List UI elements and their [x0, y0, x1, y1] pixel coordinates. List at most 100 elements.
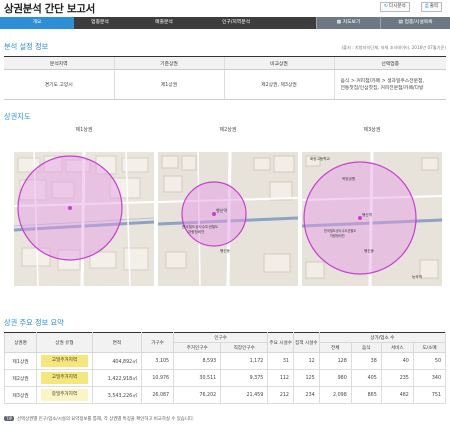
row-name: 제2상권	[3, 369, 38, 387]
tip-note: TIP 선택상권별 인구/업소/시설의 요약정보를 통해, 각 상권별 특징을 확…	[4, 416, 194, 422]
row-total: 128	[318, 352, 352, 370]
poi-park: 옥빛공원	[342, 176, 355, 181]
poi-depot-2: 차량정비단	[188, 229, 205, 234]
source-note: (출처 : 지방자치단체, 자체 조사데이터, 2016년 07월기준)	[341, 45, 446, 50]
tab-sales[interactable]: 매출분석	[138, 17, 190, 29]
compare-value: 제2상권, 제3상권	[223, 69, 334, 100]
area-type-badge: 중밀주거지역	[41, 389, 88, 401]
col-facilities: 주요 시설수	[267, 332, 294, 353]
row-total: 2,098	[318, 386, 352, 404]
row-worker: 9,375	[220, 369, 269, 387]
map-graphic	[14, 152, 154, 286]
row-households: 10,976	[140, 369, 175, 387]
maps-title: 상권지도	[4, 112, 31, 121]
summary-table: 상권명 상권 유형 면적 가구수 인구수 주요 시설수 집객 시설수 상가/업소…	[3, 332, 447, 404]
table-row: 경기도 고양시 제1상권 제2상권, 제3상권 음식 > 커피점/카페 > 생과…	[4, 69, 446, 100]
map-label: 제2상권	[219, 127, 237, 133]
row-name: 제3상권	[3, 386, 38, 404]
row-retail: 751	[412, 386, 447, 404]
refresh-icon: ↻	[384, 4, 388, 9]
report-header: 상권분석 간단 보고서 ↻다시분석 ⎙출력	[0, 0, 450, 16]
col-retail: 도/소매	[412, 342, 447, 353]
col-food: 음식	[350, 342, 382, 353]
tab-map-view[interactable]: ▦ 지도보기	[316, 17, 380, 29]
col-stores: 상가/업소 수	[318, 332, 447, 343]
map-image-3[interactable]: 화정고등학교 옥빛공원 행신역 한국철도공사수도권철도 차량정비단 행신동 능곡…	[302, 152, 442, 286]
row-resident: 8,593	[173, 352, 222, 370]
print-icon: ⎙	[425, 4, 429, 9]
row-type: 고밀주거지역	[36, 352, 93, 370]
row-resident: 30,511	[173, 369, 222, 387]
row-worker: 21,459	[220, 386, 269, 404]
poi-dong: 행신동	[220, 248, 231, 253]
row-food: 38	[350, 352, 382, 370]
row-total: 980	[318, 369, 352, 387]
tab-industry[interactable]: 업종분석	[74, 17, 126, 29]
row-facilities: 112	[267, 369, 294, 387]
col-population: 인구수	[173, 332, 269, 343]
map-graphic: 화정고등학교 옥빛공원 행신역 한국철도공사수도권철도 차량정비단 행신동 능곡…	[302, 152, 442, 286]
map-label: 제3상권	[363, 127, 381, 133]
row-facilities: 31	[267, 352, 294, 370]
table-row: 제2상권 고밀주거지역 1,422,918㎡ 10,976 30,511 9,3…	[3, 369, 447, 387]
tip-badge: TIP	[4, 416, 15, 421]
col-gathering: 집객 시설수	[292, 332, 320, 353]
row-area: 3,543,226㎡	[91, 386, 143, 404]
row-households: 3,105	[140, 352, 175, 370]
poi-depot: 한국철도공사수도권철도	[182, 224, 219, 229]
poi-school: 화정고등학교	[310, 156, 331, 161]
map-graphic: 행신역 한국철도공사수도권철도 차량정비단 행신동	[158, 152, 298, 286]
row-retail: 340	[412, 369, 447, 387]
page-title: 상권분석 간단 보고서	[4, 3, 95, 15]
row-food: 865	[350, 386, 382, 404]
print-button[interactable]: ⎙출력	[421, 2, 443, 12]
row-area: 1,422,918㎡	[91, 369, 143, 387]
row-gathering: 234	[292, 386, 320, 404]
row-name: 제1상권	[3, 352, 38, 370]
tab-bar: 개요 업종분석 매출분석 인구/지역분석 ▦ 지도보기 ▤ 업종/시설목록	[0, 17, 450, 29]
map-image-2[interactable]: 행신역 한국철도공사수도권철도 차량정비단 행신동	[158, 152, 298, 286]
col-industry: 선택업종	[333, 56, 446, 70]
row-type: 고밀주거지역	[36, 369, 93, 387]
col-area-type: 상권 유형	[36, 332, 93, 353]
settings-table: 분석지역 기준상권 비교상권 선택업종 경기도 고양시 제1상권 제2상권, 제…	[4, 56, 446, 100]
map-card-3: 제3상권 화정고등학교 옥빛공원 행신역 한국철도공사수도권철도 차량정비단 행…	[302, 126, 442, 286]
tab-population[interactable]: 인구/지역분석	[204, 17, 268, 29]
row-worker: 1,172	[220, 352, 269, 370]
col-region: 분석지역	[4, 56, 114, 70]
poi-station: 행신역	[362, 212, 372, 217]
poi-station-2: 능곡역	[412, 274, 422, 279]
map-label: 제1상권	[75, 127, 93, 133]
row-area: 404,892㎡	[91, 352, 143, 370]
tab-overview[interactable]: 개요	[0, 17, 74, 29]
row-type: 중밀주거지역	[36, 386, 93, 404]
row-retail: 50	[412, 352, 447, 370]
poi-depot-2: 차량정비단	[330, 233, 345, 238]
tab-facility-list[interactable]: ▤ 업종/시설목록	[380, 17, 450, 29]
row-facilities: 212	[267, 386, 294, 404]
col-size: 면적	[91, 332, 143, 353]
area-type-badge: 고밀주거지역	[41, 372, 88, 384]
col-households: 가구수	[140, 332, 175, 353]
area-type-badge: 고밀주거지역	[41, 355, 88, 367]
col-total: 전체	[318, 342, 352, 353]
col-service: 서비스	[380, 342, 414, 353]
col-compare: 비교상권	[223, 56, 334, 70]
row-service: 40	[380, 352, 414, 370]
settings-title: 분석 설정 정보	[4, 42, 49, 51]
table-row: 제1상권 고밀주거지역 404,892㎡ 3,105 8,593 1,172 3…	[3, 352, 447, 370]
base-value: 제1상권	[113, 69, 224, 100]
row-gathering: 12	[292, 352, 320, 370]
poi-depot: 한국철도공사수도권철도	[324, 228, 356, 233]
summary-title: 상권 주요 정보 요약	[4, 318, 64, 327]
row-service: 482	[380, 386, 414, 404]
map-image-1[interactable]	[14, 152, 154, 286]
row-households: 26,087	[140, 386, 175, 404]
row-food: 405	[350, 369, 382, 387]
refresh-button[interactable]: ↻다시분석	[380, 2, 410, 12]
map-card-2: 제2상권 행신역 한국철도공사수도권철도 차량정비단 행신동	[158, 126, 298, 286]
col-area-name: 상권명	[3, 332, 38, 353]
tip-text: 선택상권별 인구/업소/시설의 요약정보를 통해, 각 상권별 특징을 확인하고…	[17, 417, 195, 422]
poi-dong: 행신동	[364, 248, 375, 253]
col-base: 기준상권	[113, 56, 224, 70]
